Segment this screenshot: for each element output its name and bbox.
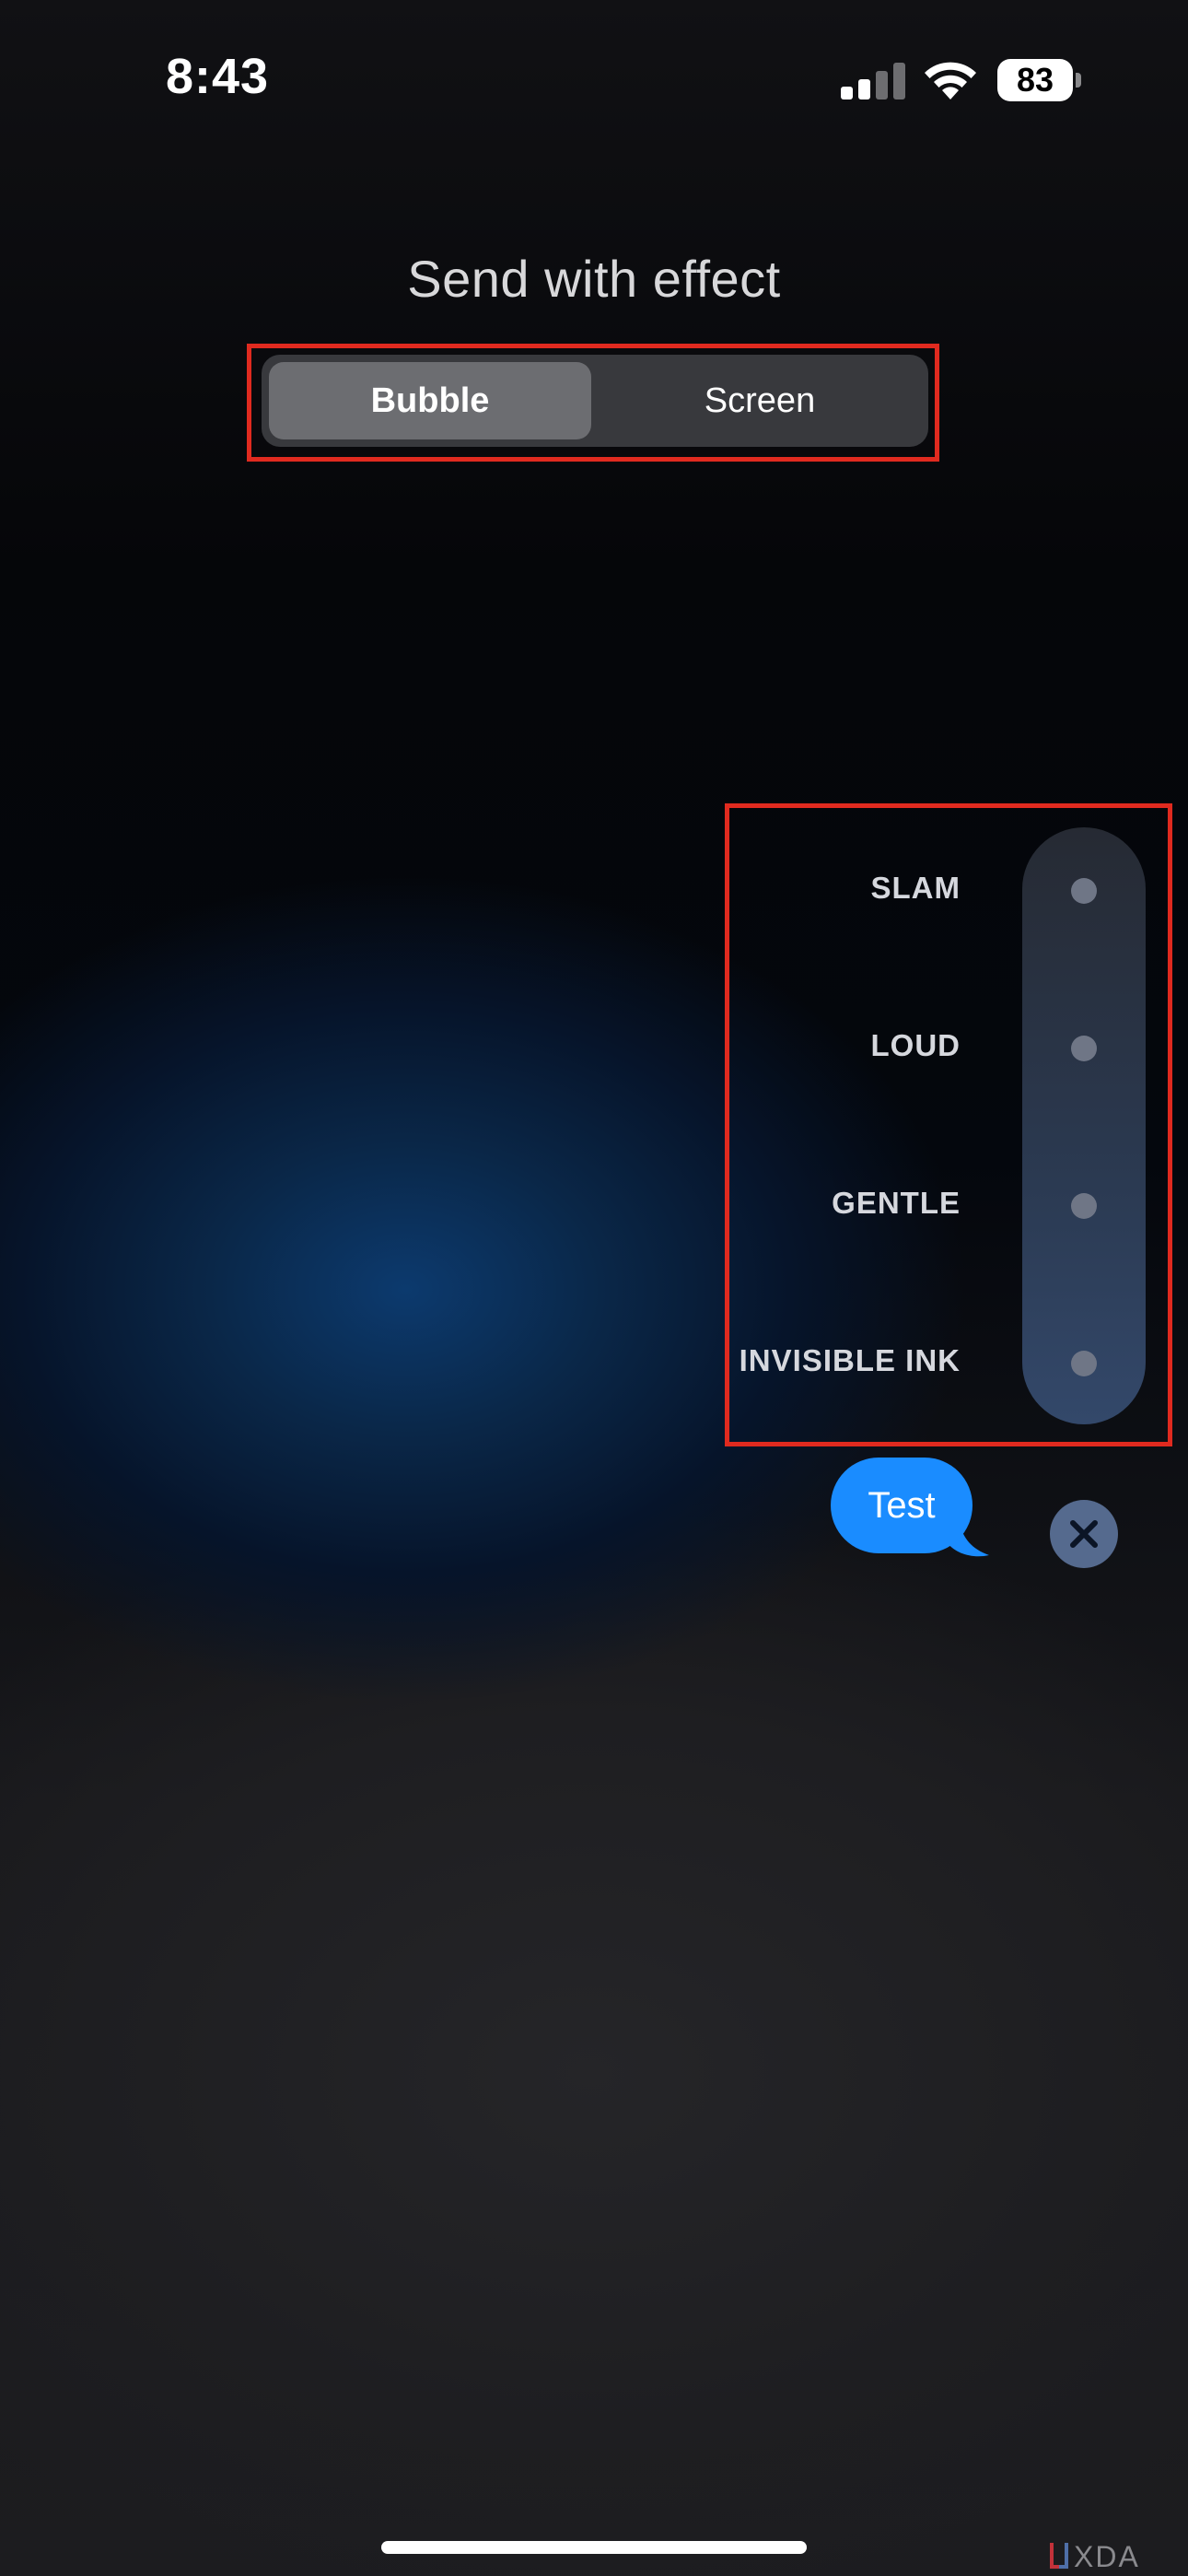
home-indicator[interactable] [381,2541,807,2554]
effect-label: SLAM [870,871,961,905]
effect-label: LOUD [870,1028,961,1062]
status-time: 8:43 [166,49,270,104]
svg-text:XDA: XDA [1074,2540,1140,2573]
effect-dot[interactable] [1071,878,1097,904]
effect-type-segmented-control: Bubble Screen [262,355,928,447]
page-title: Send with effect [407,250,781,308]
tab-bubble[interactable]: Bubble [269,362,591,439]
message-bubble: Test [831,1458,973,1553]
close-icon [1070,1520,1098,1548]
effect-dot[interactable] [1071,1193,1097,1219]
battery-level: 83 [1016,61,1054,99]
cancel-effect-button[interactable] [1050,1500,1118,1568]
effect-label: INVISIBLE INK [739,1343,961,1377]
status-bar: 8:43 83 [0,0,1188,157]
xda-logo: XDA [1050,2540,1140,2573]
effect-dot[interactable] [1071,1036,1097,1061]
cellular-signal-icon [841,63,905,100]
tab-screen[interactable]: Screen [599,362,921,439]
battery-icon: 83 [997,59,1081,101]
effect-option-gentle[interactable]: GENTLE [718,1169,1179,1243]
effect-option-invisible-ink[interactable]: INVISIBLE INK [718,1327,1179,1400]
effect-label: GENTLE [832,1186,961,1220]
effect-option-slam[interactable]: SLAM [718,854,1179,928]
effect-option-loud[interactable]: LOUD [718,1012,1179,1085]
effect-dot[interactable] [1071,1351,1097,1376]
wifi-icon [925,62,976,100]
